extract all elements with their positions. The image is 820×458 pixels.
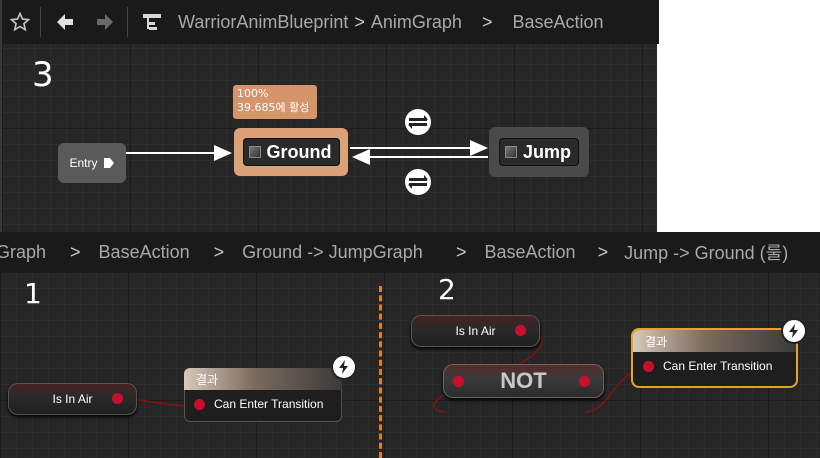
is-in-air-node[interactable]: Is In Air: [8, 383, 137, 415]
bolt-icon: [781, 318, 807, 344]
result-header: 결과: [633, 330, 796, 352]
output-pin[interactable]: [515, 325, 526, 336]
can-enter-transition-label: Can Enter Transition: [214, 397, 324, 411]
input-pin[interactable]: [194, 398, 205, 410]
output-pin[interactable]: [579, 376, 590, 387]
result-node[interactable]: 결과 Can Enter Transition: [633, 330, 796, 386]
is-in-air-node[interactable]: Is In Air: [411, 315, 540, 347]
bolt-icon: [331, 354, 357, 380]
result-header: 결과: [184, 368, 342, 390]
not-node[interactable]: NOT: [443, 364, 604, 398]
not-label: NOT: [500, 368, 547, 393]
is-in-air-label: Is In Air: [455, 324, 496, 338]
input-pin[interactable]: [643, 360, 654, 372]
is-in-air-label: Is In Air: [52, 392, 93, 406]
result-node[interactable]: 결과 Can Enter Transition: [184, 368, 342, 422]
can-enter-transition-label: Can Enter Transition: [663, 359, 773, 373]
input-pin[interactable]: [453, 376, 464, 387]
output-pin[interactable]: [112, 393, 123, 404]
